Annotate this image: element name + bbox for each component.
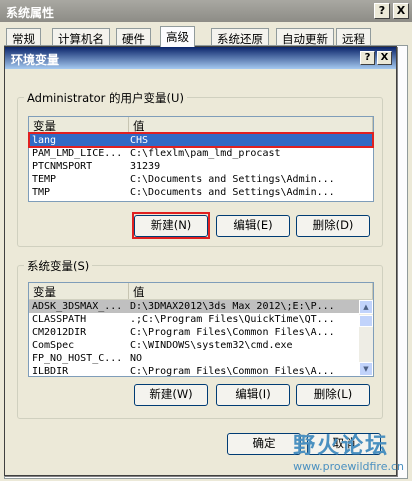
table-row[interactable]: CLASSPATH .;C:\Program Files\QuickTime\QT… bbox=[29, 313, 373, 326]
table-row[interactable]: FP_NO_HOST_C... NO bbox=[29, 352, 373, 365]
help-icon[interactable]: ? bbox=[374, 3, 390, 19]
table-row[interactable]: ADSK_3DSMAX_... D:\3DMAX2012\3ds Max 2012… bbox=[29, 300, 373, 313]
scroll-thumb[interactable] bbox=[359, 315, 373, 327]
dialog-title-text: 环境变量 bbox=[11, 53, 60, 67]
var-value: C:\Program Files\Common Files\A... bbox=[130, 327, 335, 338]
col-var-header[interactable]: 变量 bbox=[29, 117, 129, 133]
var-name: CM2012DIR bbox=[32, 327, 87, 338]
tab-remote[interactable]: 远程 bbox=[336, 28, 371, 46]
var-name: ADSK_3DSMAX_... bbox=[32, 301, 123, 312]
var-value: C:\Documents and Settings\Admin... bbox=[130, 187, 335, 198]
sys-delete-button[interactable]: 删除(L) bbox=[296, 384, 370, 406]
highlight-box bbox=[132, 212, 210, 239]
table-row[interactable]: PAM_LMD_LICE... C:\flexlm\pam_lmd_procast bbox=[29, 147, 373, 160]
table-row[interactable]: CM2012DIR C:\Program Files\Common Files\A… bbox=[29, 326, 373, 339]
var-value: NO bbox=[130, 353, 143, 364]
table-row[interactable]: ComSpec C:\WINDOWS\system32\cmd.exe bbox=[29, 339, 373, 352]
sys-edit-button[interactable]: 编辑(I) bbox=[216, 384, 290, 406]
var-name: TMP bbox=[32, 187, 51, 198]
sys-vars-group: 系统变量(S) 变量 值 ADSK_3DSMAX_... D:\3DMAX2012… bbox=[17, 258, 383, 419]
tab-general[interactable]: 常规 bbox=[6, 28, 41, 46]
tab-computer-name[interactable]: 计算机名 bbox=[52, 28, 110, 46]
scroll-up-icon[interactable]: ▲ bbox=[359, 300, 373, 314]
var-name: ILBDIR bbox=[32, 366, 69, 377]
user-delete-button[interactable]: 删除(D) bbox=[296, 215, 370, 237]
tab-hardware[interactable]: 硬件 bbox=[116, 28, 151, 46]
tab-bar: 常规 计算机名 硬件 高级 系统还原 自动更新 远程 bbox=[6, 26, 406, 47]
sys-vars-legend: 系统变量(S) bbox=[24, 258, 93, 274]
tab-system-restore[interactable]: 系统还原 bbox=[211, 28, 269, 46]
user-vars-group: Administrator 的用户变量(U) 变量 值 lang CHS PAM_… bbox=[17, 90, 383, 247]
outer-title-text: 系统属性 bbox=[6, 6, 55, 20]
var-value: .;C:\Program Files\QuickTime\QT... bbox=[130, 314, 335, 325]
var-value: C:\Program Files\Common Files\A... bbox=[130, 366, 335, 377]
table-row[interactable]: TEMP C:\Documents and Settings\Admin... bbox=[29, 173, 373, 186]
watermark-url: www.proewildfire.cn bbox=[293, 460, 404, 473]
tab-advanced[interactable]: 高级 bbox=[160, 26, 195, 47]
sys-vars-header: 变量 值 bbox=[29, 283, 373, 300]
highlight-box bbox=[28, 132, 374, 148]
user-edit-button[interactable]: 编辑(E) bbox=[216, 215, 290, 237]
var-name: ComSpec bbox=[32, 340, 75, 351]
user-vars-legend: Administrator 的用户变量(U) bbox=[24, 90, 187, 106]
var-value: D:\3DMAX2012\3ds Max 2012\;E:\P... bbox=[130, 301, 335, 312]
dialog-close-icon[interactable]: X bbox=[377, 51, 392, 65]
watermark-brand: 野火论坛 bbox=[293, 434, 390, 459]
dialog-help-icon[interactable]: ? bbox=[360, 51, 375, 65]
watermark: 野火论坛 www.proewildfire.cn bbox=[293, 428, 404, 473]
table-row[interactable]: TMP C:\Documents and Settings\Admin... bbox=[29, 186, 373, 199]
tab-auto-update[interactable]: 自动更新 bbox=[276, 28, 334, 46]
user-vars-list[interactable]: 变量 值 lang CHS PAM_LMD_LICE... C:\flexlm\pa… bbox=[28, 116, 374, 202]
col-val-header[interactable]: 值 bbox=[129, 283, 373, 299]
var-value: C:\WINDOWS\system32\cmd.exe bbox=[130, 340, 293, 351]
sys-new-button[interactable]: 新建(W) bbox=[134, 384, 208, 406]
var-name: TEMP bbox=[32, 174, 57, 185]
var-value: 31239 bbox=[130, 161, 161, 172]
close-icon[interactable]: X bbox=[393, 3, 409, 19]
col-val-header[interactable]: 值 bbox=[129, 117, 373, 133]
var-name: CLASSPATH bbox=[32, 314, 87, 325]
table-row[interactable]: PTCNMSPORT 31239 bbox=[29, 160, 373, 173]
ok-button[interactable]: 确定 bbox=[227, 433, 301, 455]
env-vars-dialog: 环境变量 ? X Administrator 的用户变量(U) 变量 值 lan… bbox=[4, 46, 397, 476]
col-var-header[interactable]: 变量 bbox=[29, 283, 129, 299]
var-value: C:\Documents and Settings\Admin... bbox=[130, 174, 335, 185]
var-value: C:\flexlm\pam_lmd_procast bbox=[130, 148, 281, 159]
scroll-down-icon[interactable]: ▼ bbox=[359, 362, 373, 376]
var-name: FP_NO_HOST_C... bbox=[32, 353, 123, 364]
var-name: PTCNMSPORT bbox=[32, 161, 93, 172]
var-name: PAM_LMD_LICE... bbox=[32, 148, 123, 159]
dialog-title: 环境变量 bbox=[5, 47, 396, 69]
scrollbar[interactable]: ▲ ▼ bbox=[359, 300, 373, 376]
outer-window-title: 系统属性 bbox=[0, 0, 412, 22]
table-row[interactable]: ILBDIR C:\Program Files\Common Files\A... bbox=[29, 365, 373, 378]
sys-vars-list[interactable]: 变量 值 ADSK_3DSMAX_... D:\3DMAX2012\3ds Max… bbox=[28, 282, 374, 377]
